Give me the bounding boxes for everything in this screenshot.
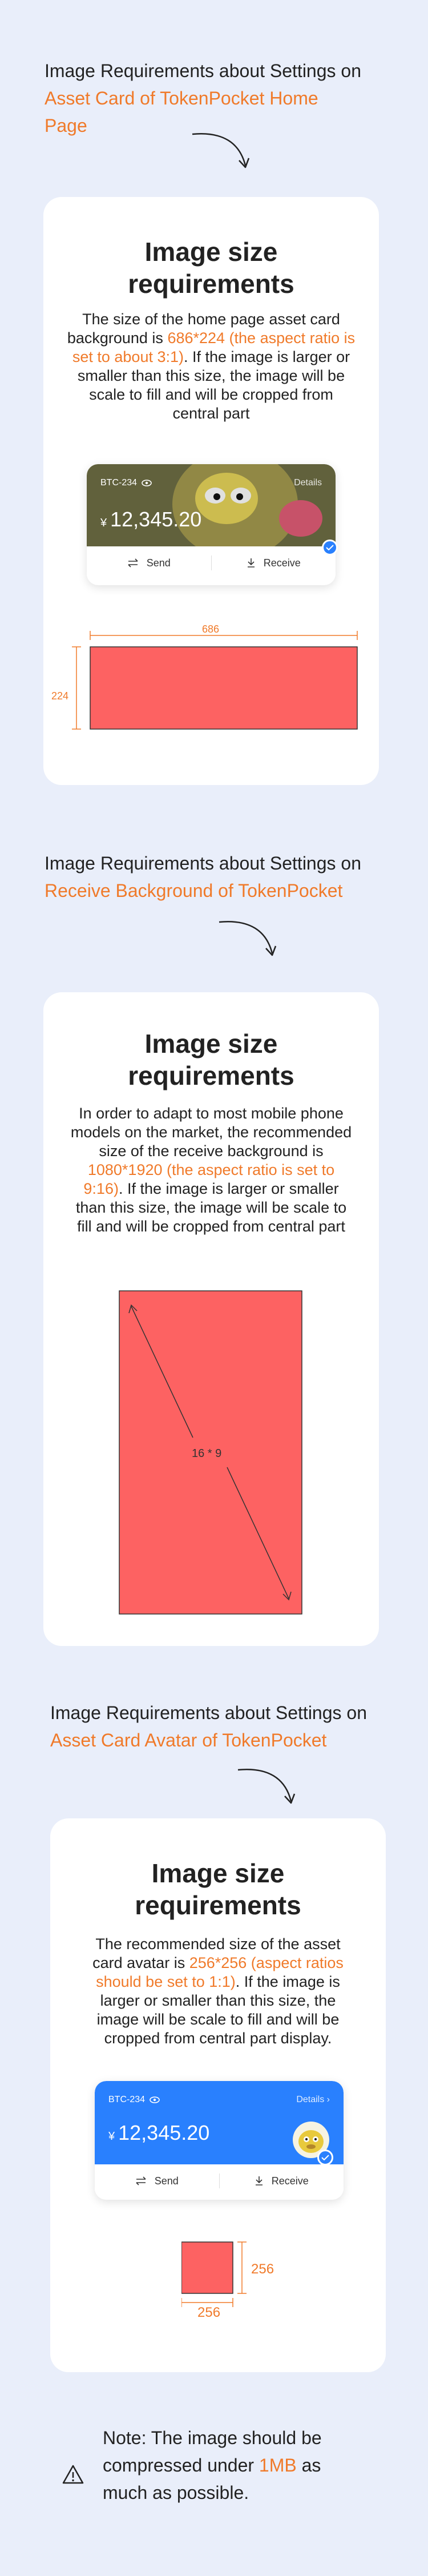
- details-link[interactable]: Details: [294, 478, 322, 488]
- aspect-ratio-label: 16 * 9: [192, 1447, 222, 1460]
- section1-card: Image size requirements The size of the …: [43, 197, 379, 785]
- send-button[interactable]: Send: [95, 2175, 219, 2187]
- details-link[interactable]: Details ›: [296, 2095, 330, 2105]
- section1-title: Image Requirements about Settings on Ass…: [45, 57, 364, 139]
- check-badge-icon: [322, 540, 338, 556]
- section2-title: Image Requirements about Settings on Rec…: [45, 850, 364, 904]
- section3-heading: Image size requirements: [135, 1858, 301, 1920]
- width-label: 686: [202, 623, 220, 635]
- avatar-size-diagram: [181, 2241, 247, 2307]
- nft-background-image: [87, 464, 336, 546]
- section2-description: In order to adapt to most mobile phone m…: [70, 1105, 352, 1235]
- token-name: BTC-234: [108, 2095, 160, 2105]
- section2-card: Image size requirements In order to adap…: [43, 992, 379, 1646]
- section3-description: The recommended size of the asset card a…: [92, 1935, 344, 2047]
- section1-heading: Image size requirements: [128, 237, 294, 299]
- height-label: 256: [251, 2261, 274, 2277]
- section3-title-highlight: Asset Card Avatar of TokenPocket: [50, 1730, 327, 1750]
- balance: ¥12,345.20: [108, 2121, 210, 2144]
- balance: ¥12,345.20: [100, 508, 202, 531]
- height-label: 224: [51, 690, 69, 702]
- curved-arrow-icon: [219, 921, 277, 956]
- section2-title-plain: Image Requirements about Settings on: [45, 853, 361, 874]
- eye-icon[interactable]: [150, 2096, 160, 2103]
- section2-heading: Image size requirements: [128, 1029, 294, 1090]
- section3-card: Image size requirements The recommended …: [50, 1818, 386, 2372]
- section2-title-highlight: Receive Background of TokenPocket: [45, 880, 343, 901]
- receive-icon: [255, 2176, 263, 2185]
- sample-image-rect: [181, 2241, 233, 2294]
- compression-note: Note: The image should be compressed und…: [103, 2428, 322, 2503]
- curved-arrow-icon: [237, 1769, 296, 1804]
- receive-button[interactable]: Receive: [220, 2175, 344, 2187]
- section3-title: Image Requirements about Settings on Ass…: [50, 1699, 370, 1754]
- transfer-icon: [128, 558, 138, 567]
- asset-actions: Send Receive: [87, 546, 336, 579]
- asset-card-preview: BTC-234 Details › ¥12,345.20 Send Receiv…: [95, 2081, 344, 2200]
- receive-icon: [247, 558, 255, 567]
- asset-actions: Send Receive: [95, 2164, 344, 2197]
- section1-title-plain: Image Requirements about Settings on: [45, 61, 361, 81]
- receive-button[interactable]: Receive: [212, 557, 336, 569]
- section1-title-highlight: Asset Card of TokenPocket Home Page: [45, 88, 318, 136]
- curved-arrow-icon: [192, 133, 250, 168]
- section3-title-plain: Image Requirements about Settings on: [50, 1702, 367, 1723]
- warning-icon: [62, 2465, 84, 2484]
- transfer-icon: [136, 2176, 146, 2185]
- width-label: 256: [197, 2305, 221, 2320]
- sample-image-rect: [90, 646, 358, 730]
- eye-icon[interactable]: [142, 480, 152, 486]
- size-diagram: [72, 631, 358, 730]
- check-badge-icon: [317, 2150, 333, 2166]
- token-name: BTC-234: [100, 478, 152, 488]
- section1-description: The size of the home page asset card bac…: [67, 311, 356, 422]
- send-button[interactable]: Send: [87, 557, 211, 569]
- asset-card-preview: BTC-234 Details ¥12,345.20 Send Receive: [87, 464, 336, 585]
